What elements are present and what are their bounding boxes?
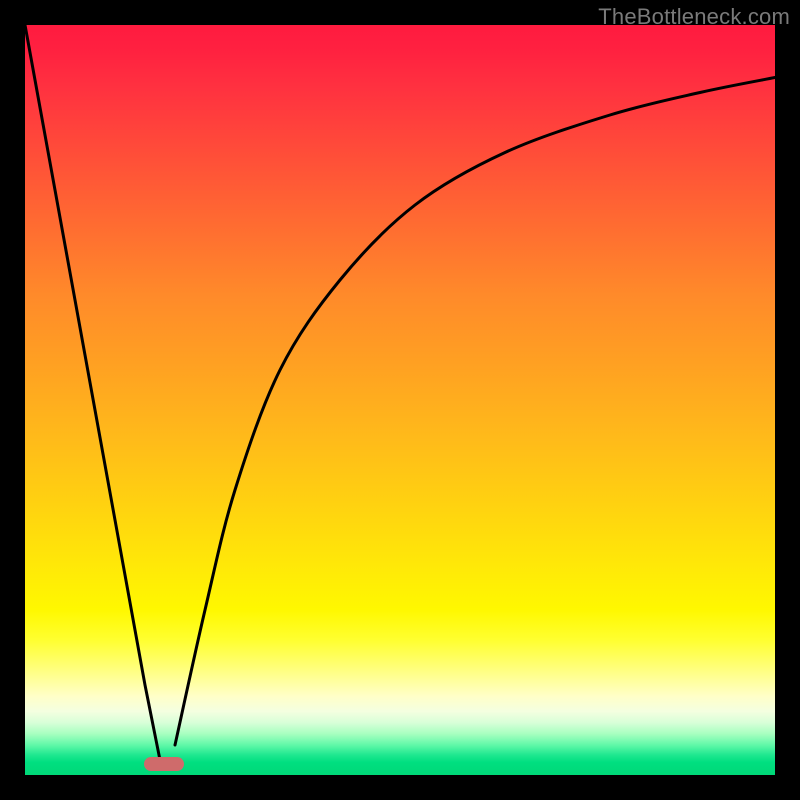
left-branch-line [25, 25, 160, 760]
curve-layer [25, 25, 775, 775]
optimal-match-marker [144, 757, 184, 771]
chart-frame: TheBottleneck.com [0, 0, 800, 800]
watermark-text: TheBottleneck.com [598, 4, 790, 30]
right-branch-line [175, 78, 775, 746]
plot-area [25, 25, 775, 775]
